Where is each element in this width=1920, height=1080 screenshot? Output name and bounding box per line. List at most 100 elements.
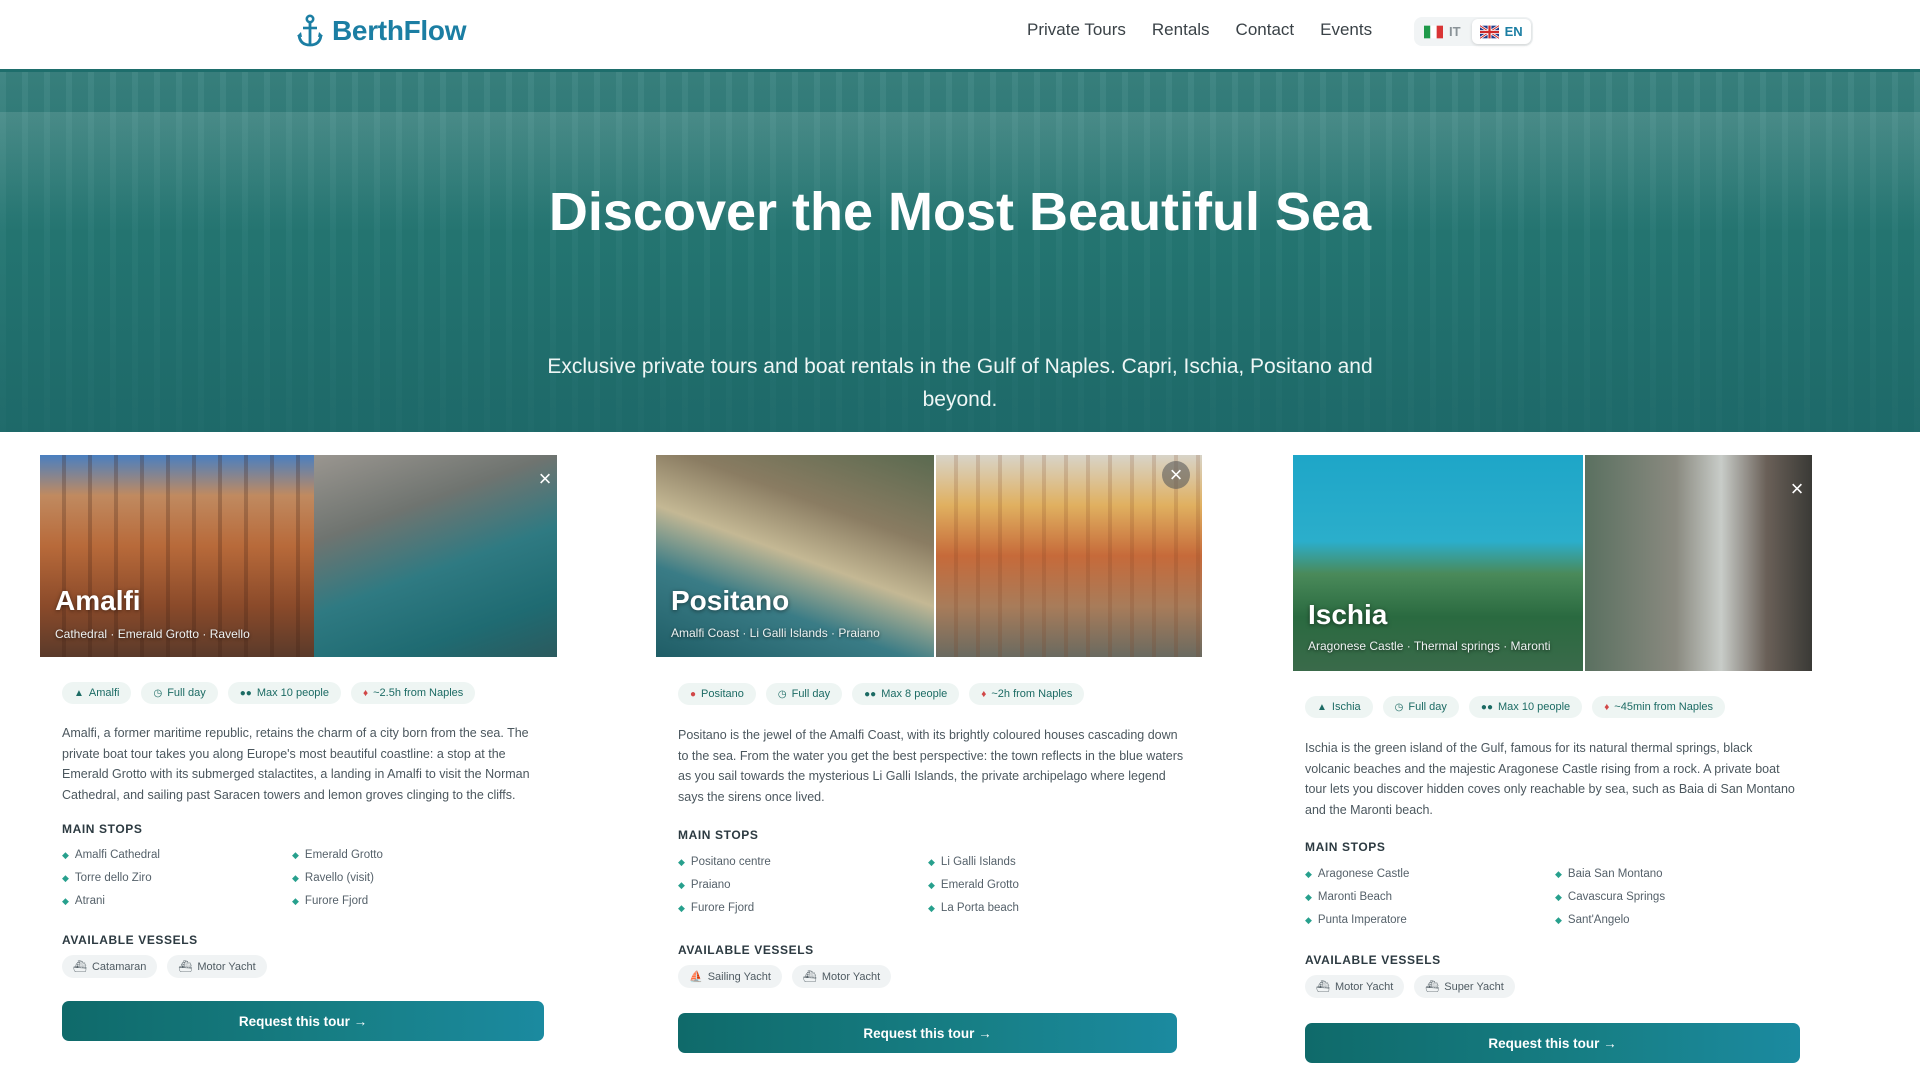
tour-chips: ▲ Amalfi ◷ Full day ●● Max 10 people ♦ ~2.5h… [62,682,476,704]
chip-label: ~2h from Naples [991,688,1073,700]
chip-location: ▲ Amalfi [62,682,132,704]
pin-icon: ♦ [1604,701,1610,713]
vessel-chip: ⛴ Motor Yacht [791,965,892,988]
tour-chips: ● Positano ◷ Full day ●● Max 8 people ♦ ~2h … [678,683,1085,705]
main-stops-list: ◆ Amalfi Cathedral ◆ Emerald Grotto ◆ Torre… [62,847,522,909]
list-item: ◆ Emerald Grotto [928,879,1019,891]
brand-logo[interactable]: BerthFlow [296,14,466,48]
list-item: ◆ Praiano [678,879,731,891]
pin-icon: ♦ [363,687,369,699]
chip-location: ▲ Ischia [1305,696,1373,718]
boat-icon: ⛴ [178,961,193,973]
vessels-heading: AVAILABLE VESSELS [678,943,814,957]
chip-label: Max 10 people [256,687,329,699]
main-stops-heading: MAIN STOPS [678,828,759,842]
pin-icon: ♦ [981,688,987,700]
nav-events[interactable]: Events [1320,20,1372,40]
uk-flag-icon [1479,24,1499,39]
chip-duration: ◷ Full day [765,683,843,705]
list-item: ◆ Sant'Angelo [1555,914,1630,926]
chip-label: Max 8 people [881,688,948,700]
location-icon: ▲ [74,687,84,699]
chip-duration: ◷ Full day [1382,696,1459,718]
tour-image: × Positano Amalfi Coast · Li Galli Islan… [656,455,1202,657]
nav-rentals[interactable]: Rentals [1152,20,1210,40]
chip-duration: ◷ Full day [141,682,218,704]
tour-image: × Ischia Aragonese Castle · Thermal spri… [1293,455,1812,671]
main-stops-list: ◆ Positano centre ◆ Li Galli Islands ◆ Prai… [678,854,1178,916]
close-icon[interactable]: × [1783,475,1811,503]
tour-image: × Amalfi Cathedral · Emerald Grotto · Ra… [40,455,557,657]
chip-capacity: ●● Max 10 people [1468,696,1583,718]
list-item: ◆ Li Galli Islands [928,856,1016,868]
location-icon: ▲ [1317,701,1327,713]
request-tour-button[interactable]: Request this tour → [1305,1023,1800,1063]
tour-title: Ischia [1308,599,1388,630]
close-icon[interactable]: × [1162,461,1190,489]
vessel-chip: ⛴ Motor Yacht [167,955,267,978]
boat-icon: ⛴ [73,961,87,973]
list-item: ◆ Baia San Montano [1555,868,1663,880]
amalfi-sea-photo [314,455,557,657]
anchor-icon [297,14,323,47]
lang-en-button[interactable]: EN [1471,19,1531,44]
site-header: BerthFlow Private Tours Rentals Contact … [0,0,1920,72]
chip-capacity: ●● Max 8 people [852,683,960,705]
list-item: ◆ Furore Fjord [678,902,755,914]
positano-town-photo [936,455,1202,657]
list-item: ◆ Atrani [62,895,105,907]
request-tour-button[interactable]: Request this tour → [678,1013,1177,1053]
tour-card-ischia: × Ischia Aragonese Castle · Thermal spri… [1293,455,1815,1075]
boat-icon: ⛵ [689,971,703,983]
ischia-waterfall-photo [1585,455,1812,671]
list-item: ◆ Punta Imperatore [1305,914,1407,926]
clock-icon: ◷ [777,688,787,700]
list-item: ◆ Torre dello Ziro [62,872,152,884]
vessel-chip: ⛴ Motor Yacht [1305,975,1405,998]
location-icon: ● [690,688,697,700]
vessels-list: ⛴ Motor Yacht ⛴ Super Yacht [1305,975,1515,998]
list-item: ◆ Emerald Grotto [292,849,383,861]
nav-private-tours[interactable]: Private Tours [1027,20,1126,40]
tour-subtitle: Aragonese Castle · Thermal springs · Mar… [1308,639,1551,653]
chip-label: Full day [167,687,206,699]
hero-title: Discover the Most Beautiful Sea [548,182,1372,242]
chip-distance: ♦ ~2h from Naples [969,683,1085,705]
vessels-heading: AVAILABLE VESSELS [1305,953,1441,967]
list-item: ◆ Cavascura Springs [1555,891,1666,903]
tour-card-positano: × Positano Amalfi Coast · Li Galli Islan… [656,455,1204,1065]
hero-banner: Discover the Most Beautiful Sea Exclusiv… [0,72,1920,432]
clock-icon: ◷ [1394,701,1404,713]
tour-title: Positano [671,585,790,616]
chip-label: Amalfi [88,687,120,699]
language-switcher: IT EN [1414,17,1533,46]
chip-location: ● Positano [678,683,756,705]
close-icon[interactable]: × [531,465,557,493]
main-stops-list: ◆ Aragonese Castle ◆ Baia San Montano ◆ Mar… [1305,866,1805,928]
tour-card-amalfi: × Amalfi Cathedral · Emerald Grotto · Ra… [40,455,560,1055]
chip-distance: ♦ ~45min from Naples [1592,696,1726,718]
chip-label: Ischia [1331,701,1361,713]
list-item: ◆ Maronti Beach [1305,891,1393,903]
list-item: ◆ Amalfi Cathedral [62,849,160,861]
italy-flag-icon [1424,25,1443,38]
lang-en-label: EN [1504,24,1523,39]
lang-it-button[interactable]: IT [1416,19,1469,44]
nav-contact[interactable]: Contact [1236,20,1295,40]
vessels-list: ⛵ Sailing Yacht ⛴ Motor Yacht [678,965,892,988]
people-icon: ●● [239,687,252,699]
hero-subtitle: Exclusive private tours and boat rentals… [547,355,1373,411]
tour-chips: ▲ Ischia ◷ Full day ●● Max 10 people ♦ ~45mi… [1305,696,1726,718]
list-item: ◆ Ravello (visit) [292,872,374,884]
list-item: ◆ Furore Fjord [292,895,369,907]
people-icon: ●● [1480,701,1494,713]
boat-icon: ⛴ [1425,981,1440,993]
chip-distance: ♦ ~2.5h from Naples [351,682,476,704]
main-nav: Private Tours Rentals Contact Events [1027,20,1372,40]
tour-title: Amalfi [55,585,141,616]
vessel-chip: ⛴ Catamaran [62,955,158,978]
chip-label: Max 10 people [1498,701,1571,713]
request-tour-button[interactable]: Request this tour → [62,1001,544,1041]
tour-description: Amalfi, a former maritime republic, reta… [62,726,530,802]
chip-label: ~45min from Naples [1614,701,1714,713]
